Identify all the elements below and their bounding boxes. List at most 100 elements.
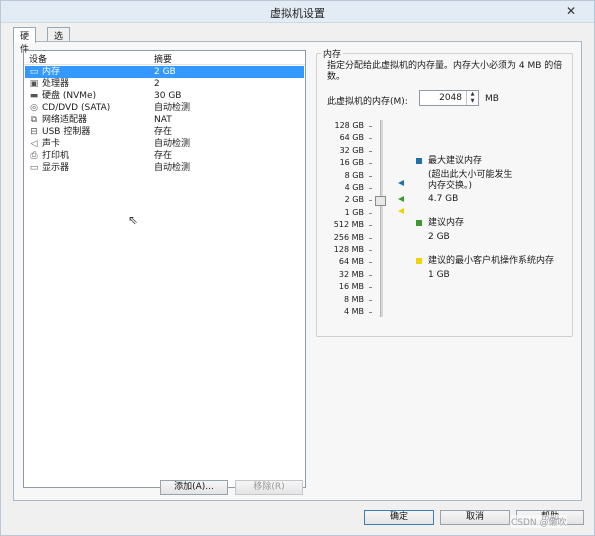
device-list[interactable]: 设备 摘要 ▭ 内存 2 GB ▣ 处理器 2 ▬ 硬盘 (NVMe) 30 GB ◎ CD/DVD… (23, 50, 306, 488)
device-name: 内存 (42, 67, 61, 77)
display-icon: ▭ (29, 163, 39, 173)
device-row[interactable]: ◁ 声卡 自动检测 (25, 138, 304, 150)
memory-description: 指定分配给此虚拟机的内存量。内存大小必须为 4 MB 的倍数。 (327, 61, 563, 82)
scale-tick-label: 128 MB (333, 245, 364, 254)
cancel-button[interactable]: 取消 (440, 510, 510, 525)
device-name: 声卡 (42, 139, 61, 149)
scale-tick-label: 512 MB (333, 220, 364, 230)
window-title: 虚拟机设置 (270, 7, 325, 20)
device-summary: 30 GB (154, 91, 182, 101)
recommended-swatch-icon (416, 220, 422, 226)
cd-dvd-icon: ◎ (30, 103, 38, 113)
remove-device-button[interactable]: 移除(R) (235, 480, 303, 495)
device-summary: 存在 (154, 127, 173, 137)
scale-tick-mark (369, 250, 372, 251)
title-bar: 虚拟机设置 ✕ (1, 1, 594, 23)
scale-tick-label: 16 MB (338, 282, 364, 292)
tab-options[interactable]: 选项 (47, 27, 71, 55)
scale-tick-label: 4 MB (343, 307, 364, 316)
scale-tick-mark (369, 312, 372, 313)
device-name: 打印机 (42, 151, 70, 161)
recommended-title: 建议内存 (428, 218, 465, 228)
min-guest-value: 1 GB (428, 270, 450, 280)
device-summary: NAT (154, 115, 172, 125)
add-device-button[interactable]: 添加(A)... (160, 480, 228, 495)
device-row[interactable]: ⊟ USB 控制器 存在 (25, 126, 304, 138)
ok-button[interactable]: 确定 (364, 510, 434, 525)
memory-input[interactable]: 2048 (439, 93, 462, 103)
column-device[interactable]: 设备 (29, 52, 47, 65)
scale-tick-label: 8 GB (344, 170, 364, 180)
memory-icon: ▭ (29, 67, 39, 77)
device-row[interactable]: ⧉ 网络适配器 NAT (25, 114, 304, 126)
vm-settings-window: 虚拟机设置 ✕ 硬件 选项 设备 摘要 ▭内存2 GB▣处理器2▬硬盘 (NVM… (0, 0, 595, 536)
close-icon[interactable]: ✕ (556, 3, 586, 19)
max-recommended-marker-icon (398, 180, 404, 186)
scale-tick-label: 64 GB (339, 133, 364, 143)
stepper-down-icon[interactable]: ▼ (467, 98, 478, 105)
memory-group-title: 内存 (321, 47, 344, 60)
scale-tick-mark (369, 138, 372, 140)
network-icon: ⧉ (30, 115, 38, 125)
device-row[interactable]: ◎ CD/DVD (SATA) 自动检测 (25, 102, 304, 114)
usb-icon: ⊟ (30, 127, 38, 137)
device-name: USB 控制器 (42, 127, 91, 137)
scale-tick-mark (369, 299, 372, 301)
sound-icon: ◁ (30, 139, 38, 149)
scale-tick-label: 32 GB (339, 145, 364, 155)
scale-tick-label: 256 MB (333, 232, 364, 242)
max-memory-swatch-icon (416, 158, 422, 164)
memory-stepper[interactable]: 2048 ▲ ▼ (419, 90, 479, 106)
scale-tick-label: 2 GB (344, 195, 364, 205)
scale-tick-mark (369, 200, 372, 202)
scale-tick-mark (369, 212, 372, 214)
device-name: 硬盘 (NVMe) (42, 91, 97, 101)
device-row[interactable]: ▭ 内存 2 GB (25, 66, 304, 78)
device-summary: 存在 (154, 151, 173, 161)
mouse-cursor-icon: ⇖ (128, 213, 139, 227)
memory-slider-thumb[interactable] (375, 196, 386, 206)
tab-hardware[interactable]: 硬件 (13, 27, 37, 55)
device-row[interactable]: ▣ 处理器 2 (25, 78, 304, 90)
scale-tick-label: 1 GB (344, 207, 364, 217)
scale-tick-label: 16 GB (339, 158, 364, 168)
scale-tick-mark (369, 188, 372, 189)
printer-icon: ⎙ (30, 151, 38, 161)
min-guest-swatch-icon (416, 258, 422, 264)
list-header: 设备 摘要 (24, 51, 305, 65)
device-name: 显示器 (42, 163, 70, 173)
stepper-arrows[interactable]: ▲ ▼ (466, 91, 478, 105)
scale-tick-mark (369, 262, 372, 264)
device-name: CD/DVD (SATA) (42, 103, 111, 113)
scale-tick-label: 128 GB (334, 121, 365, 130)
max-memory-title: 最大建议内存 (428, 156, 483, 166)
scale-tick-label: 4 GB (344, 183, 364, 192)
memory-field-label: 此虚拟机的内存(M): (327, 97, 408, 107)
min-guest-title: 建议的最小客户机操作系统内存 (428, 256, 555, 266)
stepper-up-icon[interactable]: ▲ (467, 91, 478, 98)
scale-tick-mark (369, 274, 372, 276)
scale-tick-label: 8 MB (343, 294, 364, 304)
recommended-value: 2 GB (428, 232, 450, 242)
processor-icon: ▣ (29, 79, 39, 89)
memory-unit: MB (485, 94, 499, 104)
scale-tick-mark (369, 126, 372, 127)
device-summary: 自动检测 (154, 103, 191, 113)
max-memory-value: 4.7 GB (428, 194, 459, 204)
device-summary: 自动检测 (154, 139, 191, 149)
memory-slider-track[interactable] (380, 120, 383, 317)
recommended-marker-icon (398, 196, 404, 202)
device-summary: 自动检测 (154, 163, 191, 173)
device-row[interactable]: ▬ 硬盘 (NVMe) 30 GB (25, 90, 304, 102)
scale-tick-label: 32 MB (338, 269, 364, 279)
scale-tick-mark (369, 175, 372, 177)
device-row[interactable]: ▭ 显示器 自动检测 (25, 162, 304, 174)
device-summary: 2 (154, 79, 160, 89)
device-row[interactable]: ⎙ 打印机 存在 (25, 150, 304, 162)
scale-tick-mark (369, 237, 372, 239)
column-summary[interactable]: 摘要 (154, 52, 172, 65)
scale-tick-mark (369, 287, 372, 289)
device-name: 网络适配器 (42, 115, 88, 125)
max-memory-note: (超出此大小可能发生内存交换。) (428, 170, 513, 191)
watermark: CSDN @懒吹 (511, 515, 567, 528)
